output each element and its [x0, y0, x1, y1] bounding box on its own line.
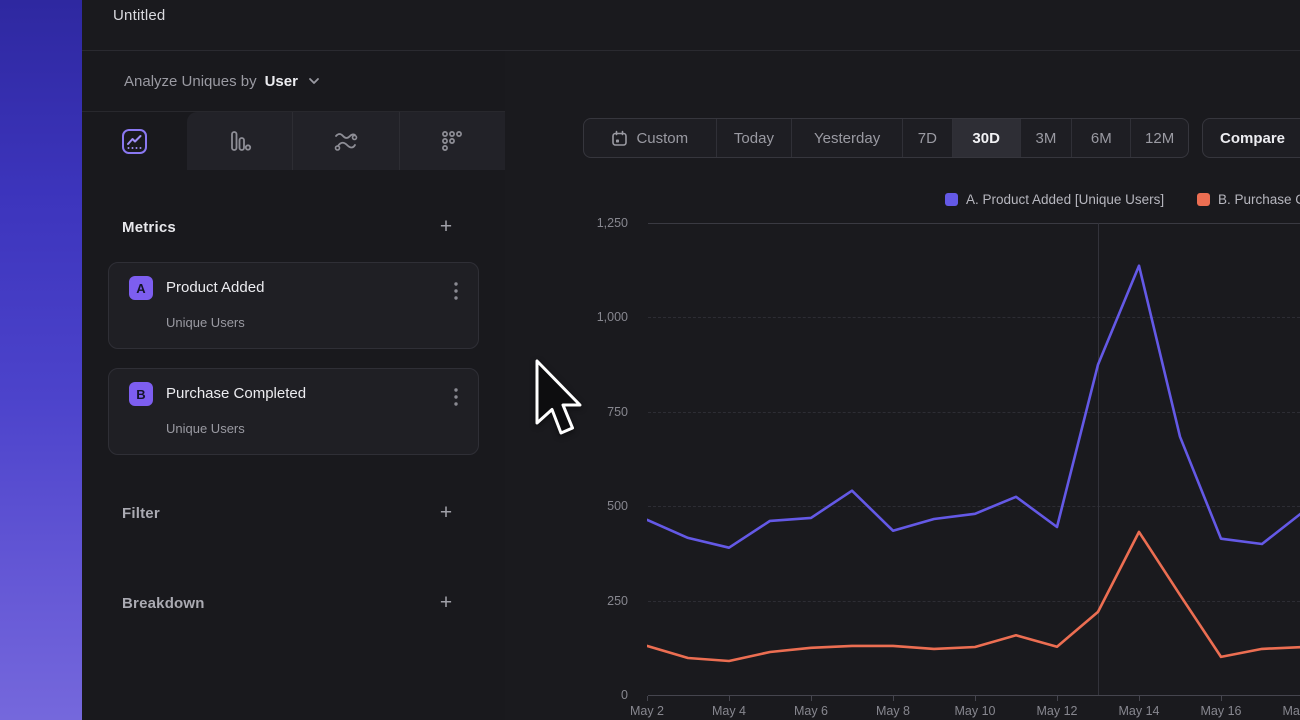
line-chart-icon [121, 128, 148, 155]
metric-title: Product Added [166, 279, 264, 296]
range-3m[interactable]: 3M [1020, 119, 1072, 157]
metric-menu-button[interactable] [446, 385, 466, 409]
metric-title: Purchase Completed [166, 385, 306, 402]
x-axis-label: May 4 [694, 704, 764, 718]
range-label: Today [734, 130, 774, 147]
y-axis-label: 0 [545, 688, 628, 702]
axis-tick [893, 696, 894, 701]
y-axis-label: 500 [545, 499, 628, 513]
chart-type-tab-group [187, 112, 505, 170]
metric-menu-button[interactable] [446, 279, 466, 303]
axis-tick [647, 696, 648, 701]
metric-subtitle[interactable]: Unique Users [166, 315, 245, 330]
legend-item-a[interactable]: A. Product Added [Unique Users] [945, 192, 1164, 207]
x-axis-label: May 12 [1022, 704, 1092, 718]
axis-tick [729, 696, 730, 701]
range-yesterday[interactable]: Yesterday [791, 119, 902, 157]
tab-line-chart[interactable] [82, 112, 187, 170]
app-window: Untitled Analyze Uniques by User [0, 0, 1300, 720]
legend-swatch-a [945, 193, 958, 206]
analyze-label: Analyze Uniques by [124, 73, 257, 90]
range-today[interactable]: Today [716, 119, 792, 157]
range-label: 7D [918, 130, 937, 147]
axis-tick [1139, 696, 1140, 701]
chart-panel: Custom Today Yesterday 7D 30D 3M 6M 12M … [505, 51, 1300, 720]
x-axis-label: May 2 [612, 704, 682, 718]
x-axis-label: May 8 [858, 704, 928, 718]
range-label: 12M [1145, 130, 1174, 147]
metric-badge-a: A [129, 276, 153, 300]
metric-card-a[interactable]: A Product Added Unique Users [108, 262, 479, 349]
add-breakdown-button[interactable]: + [433, 590, 459, 616]
flows-icon [332, 128, 360, 154]
filter-header-row: Filter + [122, 499, 459, 527]
analyze-by-dropdown[interactable]: User [265, 73, 298, 90]
y-axis-label: 1,000 [545, 310, 628, 324]
grid-dots-icon [439, 128, 465, 154]
range-label: 3M [1036, 130, 1057, 147]
calendar-icon [611, 130, 628, 147]
tab-grid[interactable] [399, 112, 505, 170]
axis-tick [1057, 696, 1058, 701]
legend-item-b[interactable]: B. Purchase Completed [Unique Users] [1197, 192, 1300, 207]
chart-lines[interactable] [647, 223, 1300, 696]
top-bar: Untitled [82, 0, 1300, 51]
metric-subtitle[interactable]: Unique Users [166, 421, 245, 436]
range-label: 30D [972, 130, 1000, 147]
breakdown-header: Breakdown [122, 595, 205, 612]
range-custom[interactable]: Custom [584, 119, 716, 157]
y-axis-label: 250 [545, 594, 628, 608]
x-axis-label: May 18 [1268, 704, 1300, 718]
range-6m[interactable]: 6M [1071, 119, 1130, 157]
metric-card-b[interactable]: B Purchase Completed Unique Users [108, 368, 479, 455]
report-title[interactable]: Untitled [113, 7, 165, 24]
x-axis-label: May 10 [940, 704, 1010, 718]
range-12m[interactable]: 12M [1130, 119, 1188, 157]
range-label: Custom [636, 130, 688, 147]
range-label: 6M [1091, 130, 1112, 147]
tab-bar-chart[interactable] [187, 112, 292, 170]
mouse-cursor [534, 359, 582, 437]
axis-tick [811, 696, 812, 701]
range-label: Yesterday [814, 130, 880, 147]
x-axis-label: May 14 [1104, 704, 1174, 718]
chevron-down-icon[interactable] [308, 77, 320, 85]
series-line [647, 532, 1300, 661]
bar-chart-icon [227, 128, 253, 154]
filter-header: Filter [122, 505, 160, 522]
y-axis-label: 1,250 [545, 216, 628, 230]
range-7d[interactable]: 7D [902, 119, 952, 157]
series-line [647, 266, 1300, 548]
add-metric-button[interactable]: + [433, 214, 459, 240]
add-filter-button[interactable]: + [433, 500, 459, 526]
axis-tick [975, 696, 976, 701]
date-range-control: Custom Today Yesterday 7D 30D 3M 6M 12M [583, 118, 1189, 158]
x-axis-label: May 16 [1186, 704, 1256, 718]
compare-button[interactable]: Compare [1202, 118, 1300, 158]
breakdown-header-row: Breakdown + [122, 589, 459, 617]
legend-label-b: B. Purchase Completed [Unique Users] [1218, 192, 1300, 207]
legend-swatch-b [1197, 193, 1210, 206]
range-30d-selected[interactable]: 30D [952, 119, 1020, 157]
query-sidebar: Analyze Uniques by User [82, 51, 505, 720]
analyze-row: Analyze Uniques by User [82, 51, 505, 112]
metric-badge-b: B [129, 382, 153, 406]
axis-tick [1221, 696, 1222, 701]
legend-label-a: A. Product Added [Unique Users] [966, 192, 1164, 207]
tab-flows[interactable] [292, 112, 398, 170]
chart-type-tabs [82, 112, 505, 170]
background-gradient-strip [0, 0, 82, 720]
metrics-header: Metrics [122, 219, 176, 236]
x-axis-label: May 6 [776, 704, 846, 718]
metrics-header-row: Metrics + [122, 213, 459, 241]
